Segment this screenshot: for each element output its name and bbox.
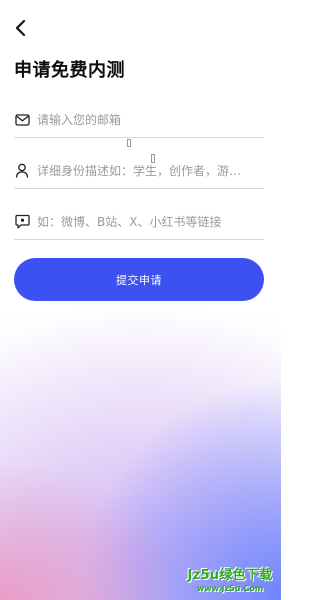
identity-input[interactable] — [37, 163, 255, 178]
email-field[interactable] — [14, 102, 264, 138]
watermark-url: www.Jz5u.Com — [196, 583, 264, 593]
email-input[interactable] — [37, 112, 255, 127]
chat-link-icon — [14, 214, 30, 230]
social-link-input[interactable] — [37, 214, 255, 229]
social-link-field[interactable] — [14, 204, 264, 240]
watermark: Jz5u绿色下载 www.Jz5u.Com — [182, 562, 278, 594]
mail-icon — [14, 112, 30, 128]
identity-field[interactable] — [14, 153, 264, 189]
submit-button[interactable]: 提交申请 — [14, 258, 264, 301]
text-cursor-marker — [127, 139, 131, 147]
user-icon — [14, 163, 30, 179]
text-cursor-marker — [151, 154, 155, 163]
page-title: 申请免费内测 — [14, 60, 125, 81]
apply-beta-screen: 申请免费内测 提交申请 Jz5u绿色下载 — [0, 0, 281, 600]
watermark-title: Jz5u绿色下载 — [187, 567, 273, 583]
back-button[interactable] — [10, 15, 32, 41]
chevron-left-icon — [15, 19, 26, 37]
